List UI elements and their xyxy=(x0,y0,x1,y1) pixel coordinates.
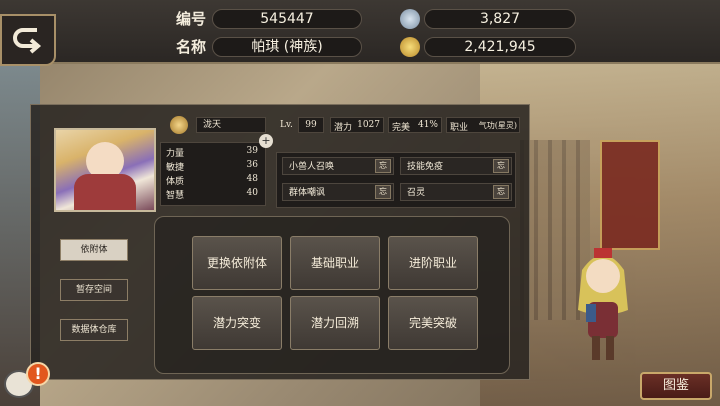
level-value: 99 xyxy=(298,117,324,133)
back-arrow-icon xyxy=(13,28,42,54)
stat-label: 力量 xyxy=(166,149,185,159)
name-value: 帕琪 (神族) xyxy=(212,37,362,57)
perfect-value: 41% xyxy=(417,120,438,130)
skill-slot[interactable]: 小兽人召唤 忘 xyxy=(282,157,394,175)
job-label: 职业 xyxy=(450,123,469,133)
id-label: 编号 xyxy=(176,10,207,28)
alert-icon[interactable]: ! xyxy=(26,362,50,386)
skill-slot[interactable]: 群体嘲讽 忘 xyxy=(282,183,394,201)
potential-box: 潜力 1027 xyxy=(330,117,384,133)
forget-skill-button[interactable]: 忘 xyxy=(375,185,391,199)
skill-name: 小兽人召唤 xyxy=(289,162,335,172)
atlas-button[interactable]: 图鉴 xyxy=(640,372,712,400)
potential-mutation-button[interactable]: 潜力突变 xyxy=(192,296,282,350)
stat-label: 敏捷 xyxy=(166,163,185,173)
job-box: 职业 气功(星灵) xyxy=(446,117,520,133)
potential-label: 潜力 xyxy=(334,123,353,133)
forget-skill-button[interactable]: 忘 xyxy=(375,159,391,173)
stat-wisdom: 智慧 40 xyxy=(164,188,262,201)
advanced-job-button[interactable]: 进阶职业 xyxy=(388,236,478,290)
change-host-button[interactable]: 更换依附体 xyxy=(192,236,282,290)
skill-name: 召灵 xyxy=(407,188,426,198)
stat-value: 36 xyxy=(246,160,258,170)
basic-job-button[interactable]: 基础职业 xyxy=(290,236,380,290)
skill-name: 技能免疫 xyxy=(407,162,444,172)
character-portrait[interactable] xyxy=(54,128,156,212)
chibi-character xyxy=(578,248,628,360)
element-name: 泷天 xyxy=(196,117,266,133)
level-label: Lv. xyxy=(280,120,293,130)
stat-value: 48 xyxy=(246,174,258,184)
top-bar: 编号 545447 名称 帕琪 (神族) 3,827 2,421,945 xyxy=(0,0,720,66)
tab-temp-storage[interactable]: 暂存空间 xyxy=(60,279,128,301)
perfect-box: 完美 41% xyxy=(388,117,442,133)
skill-slot[interactable]: 技能免疫 忘 xyxy=(400,157,512,175)
skill-slot[interactable]: 召灵 忘 xyxy=(400,183,512,201)
stat-constitution: 体质 48 xyxy=(164,174,262,187)
tab-data-warehouse[interactable]: 数据体仓库 xyxy=(60,319,128,341)
forget-skill-button[interactable]: 忘 xyxy=(493,185,509,199)
id-value: 545447 xyxy=(212,9,362,29)
stat-agility: 敏捷 36 xyxy=(164,160,262,173)
job-value: 气功(星灵) xyxy=(478,121,517,130)
back-button[interactable] xyxy=(0,14,56,66)
potential-rollback-button[interactable]: 潜力回溯 xyxy=(290,296,380,350)
stat-label: 体质 xyxy=(166,177,185,187)
forget-skill-button[interactable]: 忘 xyxy=(493,159,509,173)
skill-name: 群体嘲讽 xyxy=(289,188,326,198)
stat-strength: 力量 39 xyxy=(164,146,262,159)
stat-value: 39 xyxy=(246,146,258,156)
perfect-label: 完美 xyxy=(392,123,411,133)
stat-value: 40 xyxy=(246,188,258,198)
crystal-value: 3,827 xyxy=(424,9,576,29)
potential-value: 1027 xyxy=(357,120,380,130)
perfect-breakthrough-button[interactable]: 完美突破 xyxy=(388,296,478,350)
element-icon xyxy=(170,116,188,134)
stat-label: 智慧 xyxy=(166,191,185,201)
background-banner xyxy=(600,140,660,250)
name-label: 名称 xyxy=(176,38,207,56)
add-stat-icon[interactable]: + xyxy=(259,134,273,148)
gold-value: 2,421,945 xyxy=(424,37,576,57)
gold-coin-icon xyxy=(400,37,420,57)
tab-host-body[interactable]: 依附体 xyxy=(60,239,128,261)
crystal-icon xyxy=(400,9,420,29)
